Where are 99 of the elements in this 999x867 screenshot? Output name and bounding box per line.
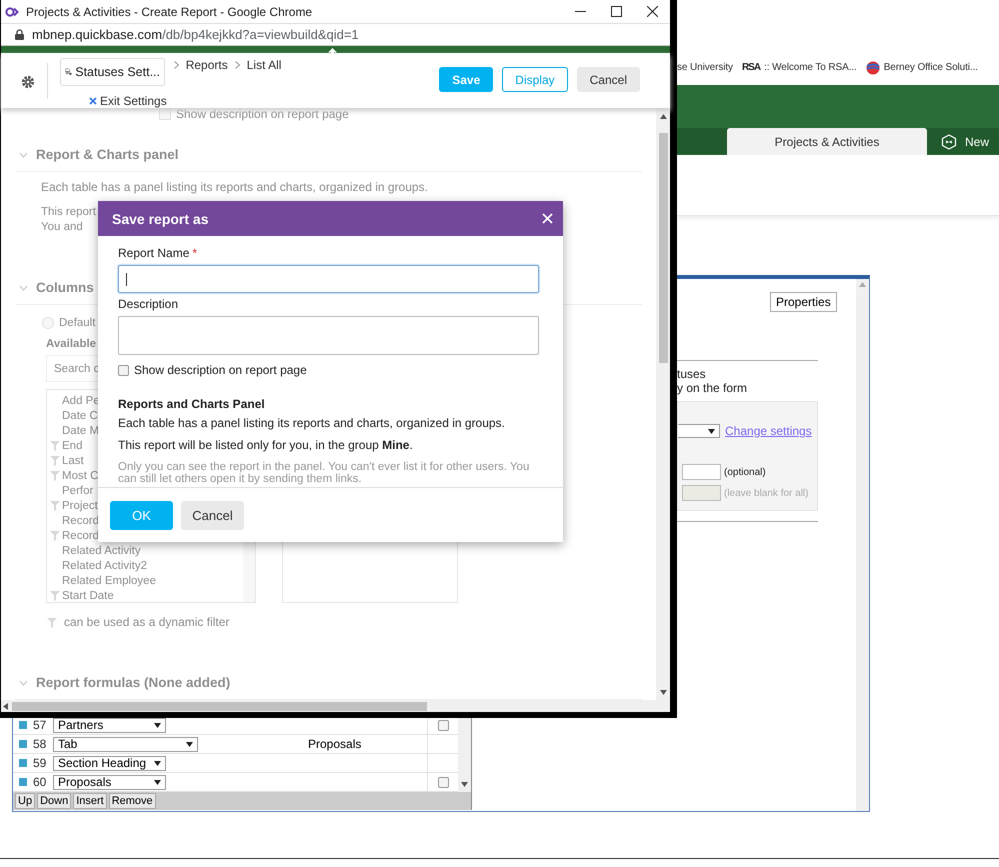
report-name-field[interactable] [118,265,539,293]
table-button[interactable]: Statuses Sett... [60,58,165,86]
checkbox-label: Show description on report page [176,107,349,121]
dialog-title: Save report as [112,210,208,226]
funnel-icon [50,500,60,511]
close-icon[interactable] [646,6,658,18]
field-dropdown[interactable]: Tab [53,736,198,752]
section-heading: Report formulas (None added) [36,675,230,690]
maximize-icon[interactable] [610,6,622,18]
funnel-icon [47,616,57,628]
dropdown[interactable] [678,424,720,438]
row-button[interactable]: Down [37,793,72,809]
input-field[interactable] [682,464,721,480]
settings-icon[interactable] [21,74,35,88]
radio-button[interactable] [42,317,54,329]
scroll-down-icon[interactable] [461,782,468,787]
scrollbar-thumb[interactable] [12,702,427,710]
hint-text: (leave blank for all) [724,488,808,498]
bookmark-link[interactable]: se University [677,62,733,73]
row-number: 57 [33,718,48,732]
scrollbar-thumb[interactable] [658,133,668,363]
chevron-icon[interactable] [19,680,28,686]
paragraph: This report will be listed only for you, in the group Mine. [118,438,414,452]
chevron-icon[interactable] [19,152,28,158]
note-text: Only you can see the report in the panel. You can't ever list it for other users. You can still let others open it by sending them links. [118,461,530,485]
text-line: This report [41,205,96,220]
funnel-icon [50,590,60,601]
row-number: 60 [33,775,48,789]
row-number: 59 [33,756,48,770]
chevron-right-icon [174,61,179,69]
caret-icon [186,742,193,746]
text-line: tuses [677,367,707,381]
caret-icon [708,428,715,434]
exit-settings-link[interactable]: Exit Settings [89,94,167,108]
row-button[interactable]: Insert [73,793,107,809]
checkbox[interactable] [438,776,448,788]
funnel-icon [50,470,60,481]
url-text[interactable]: mbnep.quickbase.com/db/bp4kejkkd?a=viewbuild&qid=1 [32,27,359,42]
field-label: Report Name [118,246,190,260]
field-label: Description [118,297,180,311]
app-logo-icon [5,6,19,17]
section-heading: Reports and Charts Panel [118,397,266,411]
app-tab[interactable]: New [926,128,999,155]
cube-icon [940,134,957,150]
field-dropdown[interactable]: Section Heading [53,756,166,770]
row-handle-icon[interactable] [19,778,27,786]
scroll-down-icon[interactable] [660,690,666,695]
legend-text: can be used as a dynamic filter [64,615,230,629]
hint-text: (optional) [724,466,766,478]
scroll-up-icon[interactable] [660,114,666,119]
properties-button[interactable]: Properties [770,292,837,312]
text-line: You and [41,220,83,235]
checkbox[interactable] [118,364,129,376]
radio-label: Default [59,317,96,329]
row-handle-icon[interactable] [19,740,27,748]
field-dropdown[interactable]: Partners [53,718,166,732]
row-button[interactable]: Remove [108,793,156,809]
close-icon [542,213,553,224]
close-icon [89,97,97,105]
minimize-icon[interactable] [574,10,586,13]
row-number: 58 [33,737,48,751]
caret-icon [154,722,161,728]
section-heading: Columns [36,280,94,295]
breadcrumb-link[interactable]: List All [246,58,282,72]
text-line: y on the form [677,381,748,395]
table-cell: Proposals [308,737,362,751]
dialog-button[interactable]: Cancel [181,500,244,530]
field-dropdown[interactable]: Proposals [53,774,166,790]
row-button[interactable]: Up [15,793,36,809]
funnel-icon [50,455,60,466]
field-label: Available [46,338,96,350]
logo-text: RSA [742,62,760,73]
row-handle-icon[interactable] [19,721,27,729]
input-field [682,485,721,501]
lock-icon [15,29,24,40]
app-tab[interactable]: Projects & Activities [727,128,927,155]
close-button[interactable] [542,213,553,224]
checkbox[interactable] [438,720,448,730]
bookmark-link[interactable]: Berney Office Soluti... [884,62,978,73]
window-title: Projects & Activities - Create Report - Google Chrome [26,4,314,19]
funnel-icon [50,530,60,541]
breadcrumb-link[interactable]: Reports [186,58,228,72]
description-field[interactable] [118,316,539,355]
chevron-right-icon [234,61,240,69]
required-mark: * [192,246,198,260]
chevron-icon[interactable] [19,284,28,290]
paragraph: Each table has a panel listing its reports and charts, organized in groups. [41,180,428,194]
scroll-left-icon[interactable] [3,702,8,710]
caret-icon [154,780,161,784]
paragraph: Each table has a panel listing its reports and charts, organized in groups. [118,416,506,430]
bookmark-link[interactable]: :: Welcome To RSA... [764,62,857,73]
change-settings-link[interactable]: Change settings [725,424,812,438]
globe-icon [866,60,880,74]
checkbox-label: Show description on report page [134,363,307,377]
caret-icon [154,760,161,766]
section-heading: Report & Charts panel [36,147,179,162]
row-handle-icon[interactable] [19,759,27,767]
funnel-icon [50,440,60,451]
toolbar-button[interactable]: Cancel [576,67,640,92]
